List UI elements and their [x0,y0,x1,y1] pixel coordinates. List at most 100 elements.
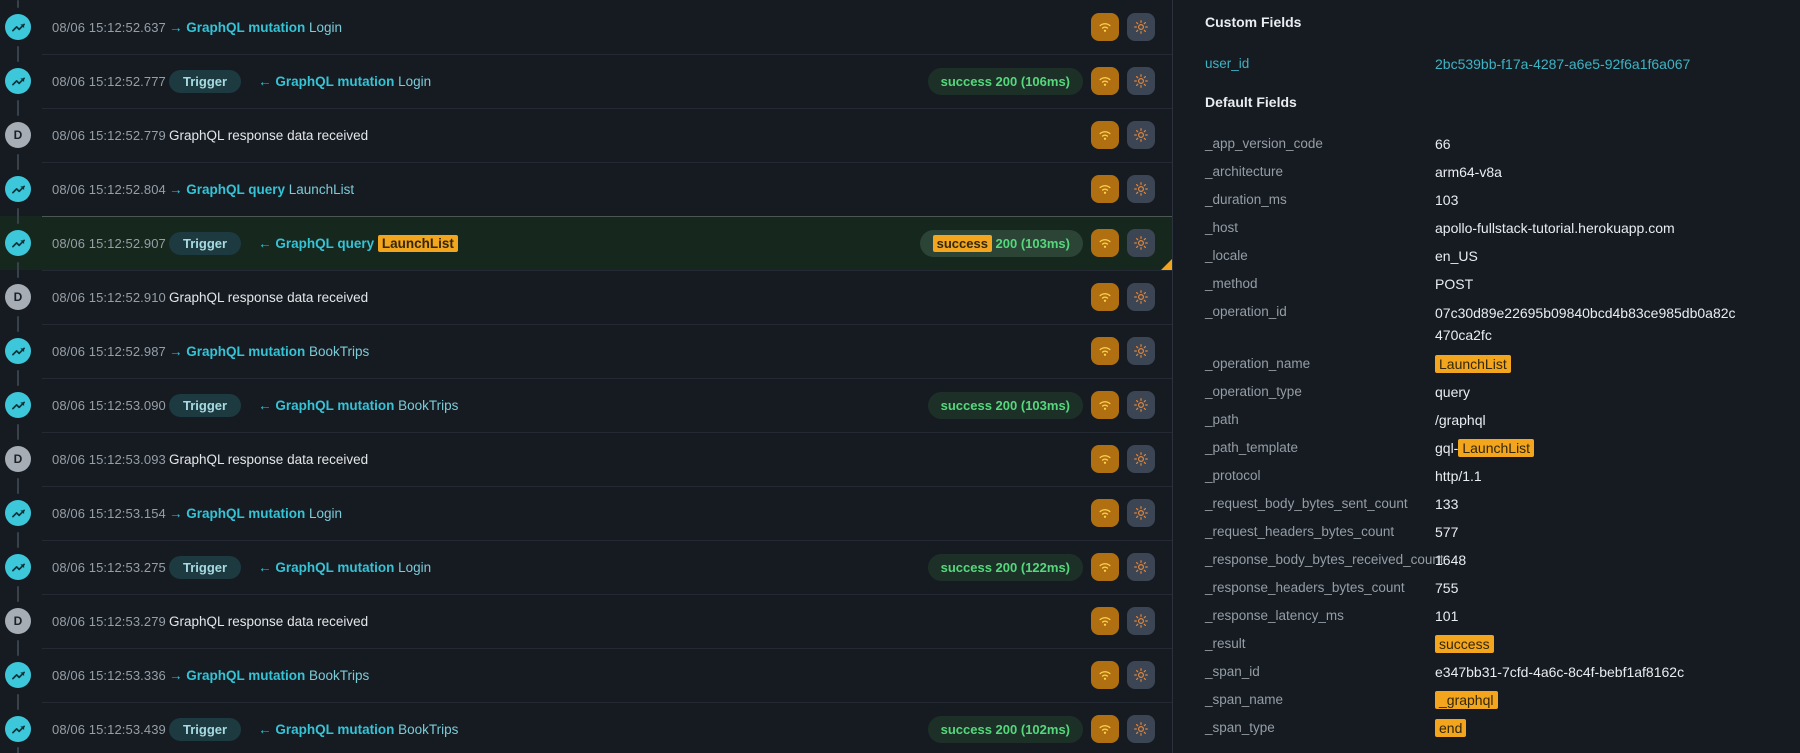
event-label: GraphQL response data received [169,614,368,629]
network-request-button[interactable] [1091,553,1119,581]
network-request-button[interactable] [1091,445,1119,473]
timeline-row[interactable]: 08/06 15:12:53.154 → GraphQL mutation Lo… [0,486,1172,540]
timeline-row[interactable]: 08/06 15:12:52.907 Trigger ← GraphQL que… [0,216,1172,270]
trigger-badge: Trigger [169,556,241,579]
trend-up-icon [11,236,26,251]
trend-up-icon [11,398,26,413]
flare-settings-button[interactable] [1127,67,1155,95]
event-label: → GraphQL mutation Login [169,506,342,521]
timeline-row[interactable]: 08/06 15:12:52.777 Trigger ← GraphQL mut… [0,54,1172,108]
field-value: 101 [1435,606,1458,626]
flare-settings-button[interactable] [1127,391,1155,419]
field-key: _span_id [1205,662,1435,682]
field-row: _result success [1205,634,1800,654]
timeline-row[interactable]: 08/06 15:12:52.637 → GraphQL mutation Lo… [0,0,1172,54]
field-key: _protocol [1205,466,1435,486]
flare-settings-button[interactable] [1127,499,1155,527]
network-request-button[interactable] [1091,607,1119,635]
network-request-button[interactable] [1091,229,1119,257]
timeline-row[interactable]: D 08/06 15:12:52.779 GraphQL response da… [0,108,1172,162]
flare-settings-button[interactable] [1127,553,1155,581]
timeline-row[interactable]: D 08/06 15:12:52.910 GraphQL response da… [0,270,1172,324]
field-value: LaunchList [1435,354,1511,374]
field-row: _method POST [1205,274,1800,294]
event-type-icon: D [5,446,31,472]
field-row: _operation_name LaunchList [1205,354,1800,374]
event-label: → GraphQL mutation BookTrips [169,344,369,359]
flare-settings-button[interactable] [1127,283,1155,311]
timeline-row[interactable]: D 08/06 15:12:53.279 GraphQL response da… [0,594,1172,648]
timeline-row[interactable]: 08/06 15:12:53.336 → GraphQL mutation Bo… [0,648,1172,702]
trend-up-icon [11,344,26,359]
wifi-icon [1097,721,1113,737]
sun-icon [1133,613,1149,629]
field-row: _path_template gql-LaunchList [1205,438,1800,458]
flare-settings-button[interactable] [1127,661,1155,689]
field-value: e347bb31-7cfd-4a6c-8c4f-bebf1af8162c [1435,662,1684,682]
network-request-button[interactable] [1091,715,1119,743]
flare-settings-button[interactable] [1127,607,1155,635]
event-type-icon [5,554,31,580]
field-row: _response_latency_ms 101 [1205,606,1800,626]
timeline-row[interactable]: 08/06 15:12:53.439 Trigger ← GraphQL mut… [0,702,1172,753]
field-row: _path /graphql [1205,410,1800,430]
network-request-button[interactable] [1091,121,1119,149]
timeline-row[interactable]: 08/06 15:12:53.275 Trigger ← GraphQL mut… [0,540,1172,594]
timeline-panel: 08/06 15:12:52.637 → GraphQL mutation Lo… [0,0,1172,753]
field-key: _span_name [1205,690,1435,710]
sun-icon [1133,451,1149,467]
wifi-icon [1097,505,1113,521]
flare-settings-button[interactable] [1127,715,1155,743]
field-value[interactable]: 2bc539bb-f17a-4287-a6e5-92f6a1f6a067 [1435,54,1690,74]
field-row: _request_headers_bytes_count 577 [1205,522,1800,542]
timeline-row[interactable]: 08/06 15:12:53.090 Trigger ← GraphQL mut… [0,378,1172,432]
event-timestamp: 08/06 15:12:52.779 [52,128,169,143]
network-request-button[interactable] [1091,499,1119,527]
network-request-button[interactable] [1091,337,1119,365]
field-key: _span_type [1205,718,1435,738]
network-request-button[interactable] [1091,391,1119,419]
field-key: _operation_name [1205,354,1435,374]
flare-settings-button[interactable] [1127,121,1155,149]
sun-icon [1133,559,1149,575]
debug-d-icon: D [14,614,23,628]
trend-up-icon [11,182,26,197]
event-label: ← GraphQL query LaunchList [258,236,458,251]
flare-settings-button[interactable] [1127,445,1155,473]
timeline-row[interactable]: D 08/06 15:12:53.093 GraphQL response da… [0,432,1172,486]
trend-up-icon [11,506,26,521]
network-request-button[interactable] [1091,67,1119,95]
field-row: _response_body_bytes_received_count 1648 [1205,550,1800,570]
sun-icon [1133,127,1149,143]
field-value: gql-LaunchList [1435,438,1534,458]
event-type-icon [5,338,31,364]
event-type-icon: D [5,122,31,148]
status-badge: success 200 (103ms) [920,230,1083,257]
field-value: en_US [1435,246,1478,266]
event-timestamp: 08/06 15:12:53.439 [52,722,169,737]
wifi-icon [1097,235,1113,251]
event-type-icon: D [5,608,31,634]
flare-settings-button[interactable] [1127,229,1155,257]
event-list: 08/06 15:12:52.637 → GraphQL mutation Lo… [0,0,1172,753]
network-request-button[interactable] [1091,13,1119,41]
field-row: _app_version_code 66 [1205,134,1800,154]
flare-settings-button[interactable] [1127,13,1155,41]
sun-icon [1133,181,1149,197]
wifi-icon [1097,289,1113,305]
flare-settings-button[interactable] [1127,175,1155,203]
event-type-icon [5,500,31,526]
flare-settings-button[interactable] [1127,337,1155,365]
field-key: _request_body_bytes_sent_count [1205,494,1435,514]
debug-d-icon: D [14,128,23,142]
field-value: 103 [1435,190,1458,210]
network-request-button[interactable] [1091,175,1119,203]
network-request-button[interactable] [1091,283,1119,311]
network-request-button[interactable] [1091,661,1119,689]
event-timestamp: 08/06 15:12:52.777 [52,74,169,89]
event-timestamp: 08/06 15:12:53.154 [52,506,169,521]
status-badge: success 200 (106ms) [928,68,1083,95]
timeline-row[interactable]: 08/06 15:12:52.987 → GraphQL mutation Bo… [0,324,1172,378]
timeline-row[interactable]: 08/06 15:12:52.804 → GraphQL query Launc… [0,162,1172,216]
field-value: 133 [1435,494,1458,514]
